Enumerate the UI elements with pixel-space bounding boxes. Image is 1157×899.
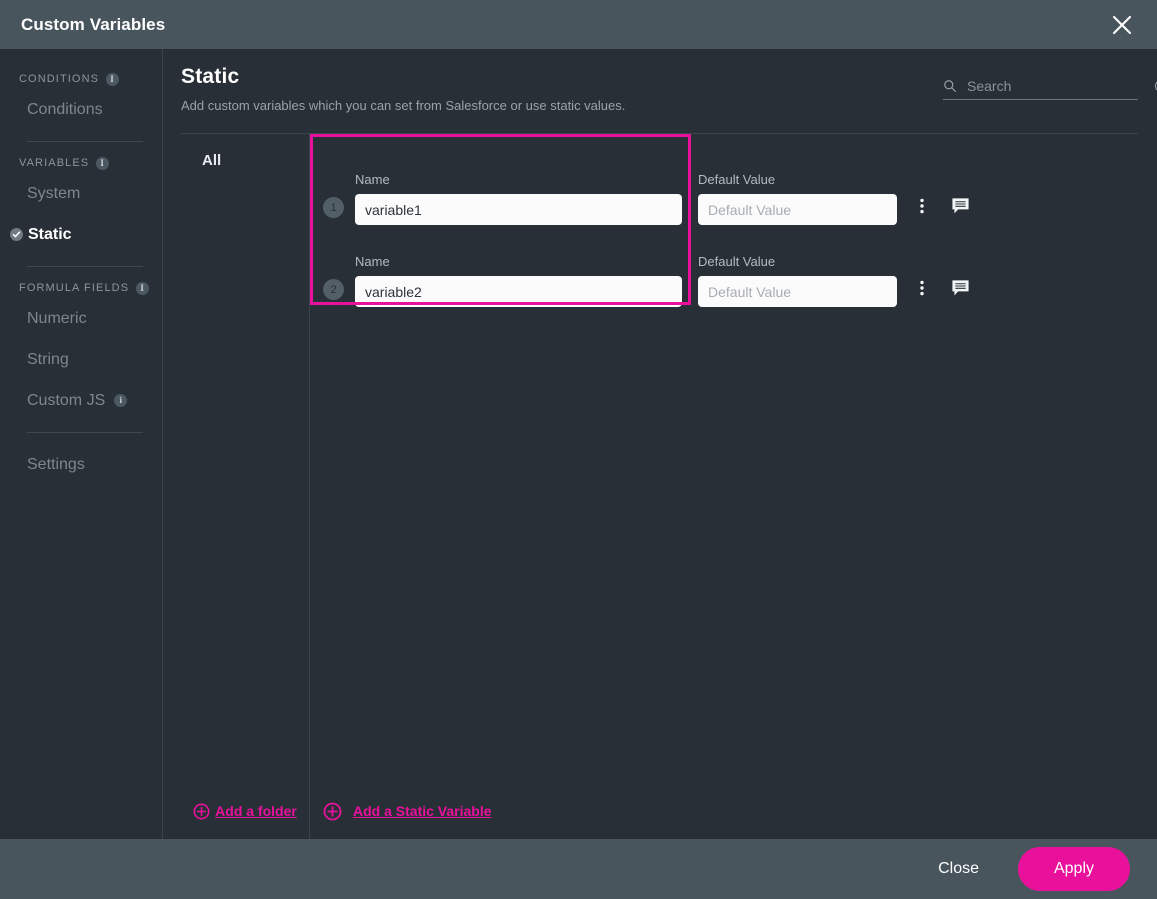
sidebar-item-static[interactable]: Static <box>0 214 162 255</box>
sidebar-item-label: Custom JS <box>27 391 106 409</box>
sidebar-item-label: String <box>27 350 69 368</box>
sidebar-item-label: Settings <box>27 455 85 473</box>
plus-circle-icon <box>193 803 210 820</box>
add-static-variable-label: Add a Static Variable <box>353 803 492 819</box>
sidebar-divider <box>27 141 143 142</box>
dialog-footer: Close Apply <box>0 839 1157 899</box>
variable-rows: 1 Name Default Value <box>310 134 1138 783</box>
close-x-icon <box>1111 14 1133 36</box>
info-icon[interactable]: i <box>136 281 150 295</box>
sidebar-item-custom-js[interactable]: Custom JS i <box>0 380 162 421</box>
main-header: Static Add custom variables which you ca… <box>163 49 1157 113</box>
variable-default-value-input[interactable] <box>698 194 897 225</box>
folder-list: All <box>181 134 310 783</box>
folder-item-all[interactable]: All <box>181 146 309 175</box>
sidebar-item-settings[interactable]: Settings <box>0 444 162 485</box>
add-static-variable-button[interactable]: Add a Static Variable <box>323 802 492 821</box>
dialog-title: Custom Variables <box>21 14 166 34</box>
add-folder-button[interactable]: Add a folder <box>193 803 297 820</box>
row-index-badge[interactable]: 2 <box>323 279 344 300</box>
dialog-titlebar: Custom Variables <box>0 0 1157 49</box>
check-circle-icon <box>10 228 23 241</box>
search-icon <box>943 79 957 93</box>
add-variable-slot: Add a Static Variable <box>310 783 1138 839</box>
sidebar-item-string[interactable]: String <box>0 339 162 380</box>
sidebar-group-formula-fields: FORMULA FIELDS i <box>0 278 162 298</box>
add-folder-label: Add a folder <box>215 803 297 819</box>
sidebar-group-variables: VARIABLES i <box>0 153 162 173</box>
sidebar-divider <box>27 432 143 433</box>
sidebar-group-conditions-label: CONDITIONS <box>19 73 100 85</box>
default-value-field-group: Default Value <box>698 254 897 307</box>
default-value-field-group: Default Value <box>698 172 897 225</box>
table-row: 1 Name Default Value <box>310 143 1138 225</box>
page-subtitle: Add custom variables which you can set f… <box>181 98 626 113</box>
dialog-body: CONDITIONS i Conditions VARIABLES i Syst… <box>0 49 1157 839</box>
variable-default-value-input[interactable] <box>698 276 897 307</box>
name-field-group: Name <box>355 172 682 225</box>
info-icon[interactable]: i <box>106 72 120 86</box>
custom-variables-dialog: Custom Variables CONDITIONS i Conditions… <box>0 0 1157 899</box>
add-actions-bar: Add a folder Add a Static Variable <box>181 783 1138 839</box>
table-row: 2 Name Default Value <box>310 225 1138 307</box>
kebab-menu-icon[interactable] <box>909 193 935 219</box>
default-value-field-label: Default Value <box>698 172 776 187</box>
sidebar-item-system[interactable]: System <box>0 173 162 214</box>
kebab-menu-icon[interactable] <box>909 275 935 301</box>
row-actions <box>897 193 973 219</box>
content-area: All 1 Name Default Value <box>181 133 1138 783</box>
variable-name-input[interactable] <box>355 276 682 307</box>
sidebar-item-label: Conditions <box>27 100 103 118</box>
apply-button[interactable]: Apply <box>1018 847 1130 891</box>
default-value-field-label: Default Value <box>698 254 776 269</box>
search-bar <box>943 78 1157 100</box>
sidebar: CONDITIONS i Conditions VARIABLES i Syst… <box>0 49 163 839</box>
comment-icon[interactable] <box>947 193 973 219</box>
row-actions <box>897 275 973 301</box>
variable-name-input[interactable] <box>355 194 682 225</box>
close-button[interactable]: Close <box>920 852 997 886</box>
name-field-group: Name <box>355 254 682 307</box>
plus-circle-icon <box>323 802 342 821</box>
sidebar-group-formula-fields-label: FORMULA FIELDS <box>19 282 130 294</box>
row-index-badge[interactable]: 1 <box>323 197 344 218</box>
sidebar-item-conditions[interactable]: Conditions <box>0 89 162 130</box>
main-panel: Static Add custom variables which you ca… <box>163 49 1157 839</box>
name-field-label: Name <box>355 172 390 187</box>
sidebar-item-label: Static <box>28 225 72 243</box>
sidebar-item-label: Numeric <box>27 309 87 327</box>
sidebar-item-numeric[interactable]: Numeric <box>0 298 162 339</box>
add-folder-slot: Add a folder <box>181 783 310 839</box>
comment-icon[interactable] <box>947 275 973 301</box>
sidebar-group-variables-label: VARIABLES <box>19 157 90 169</box>
info-icon[interactable]: i <box>114 394 128 407</box>
info-icon[interactable]: i <box>96 156 110 170</box>
name-field-label: Name <box>355 254 390 269</box>
sidebar-group-conditions: CONDITIONS i <box>0 69 162 89</box>
close-dialog-button[interactable] <box>1105 8 1139 42</box>
sidebar-divider <box>27 266 143 267</box>
sidebar-item-label: System <box>27 184 81 202</box>
search-input[interactable] <box>967 78 1148 94</box>
